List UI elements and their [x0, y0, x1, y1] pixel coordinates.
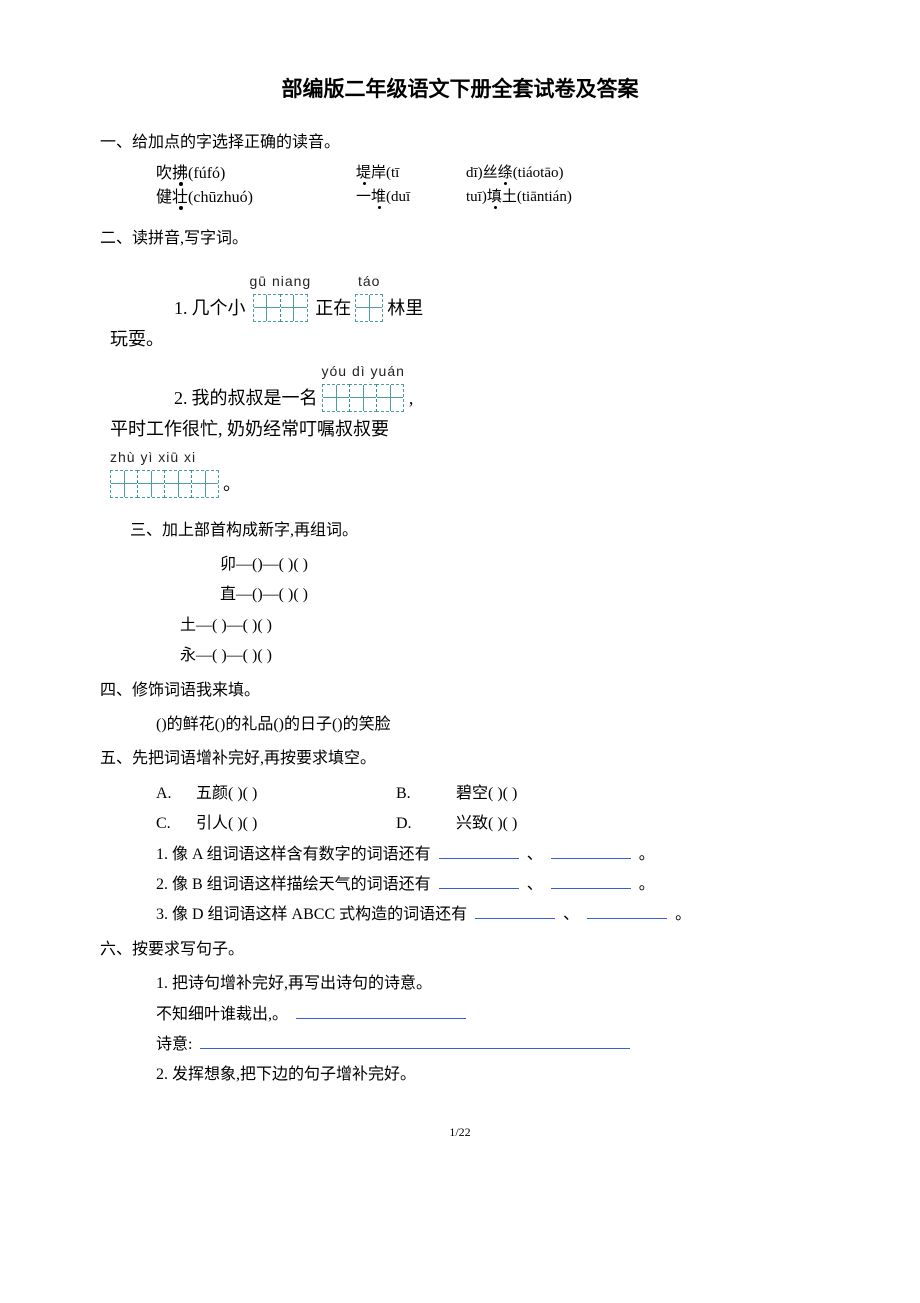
q5-D-label: D.	[396, 809, 456, 839]
blank[interactable]	[587, 902, 667, 919]
q2-1-py1: gū niang	[250, 271, 312, 292]
q5-line1: 1. 像 A 组词语这样含有数字的词语还有 、 。	[100, 840, 820, 870]
q1-r1c2a: 堤岸(tī	[356, 162, 466, 186]
q6-heading: 六、按要求写句子。	[100, 935, 820, 965]
q6-s2: 2. 发挥想象,把下边的句子增补完好。	[100, 1060, 820, 1090]
q2-2c-box[interactable]: zhù yì xiū xi	[110, 447, 219, 498]
blank-long[interactable]	[200, 1032, 630, 1049]
q6-s1a-row: 不知细叶谁裁出,。	[100, 1000, 820, 1030]
q5-A-label: A.	[156, 779, 196, 809]
period: 。	[639, 846, 655, 863]
q1-r1c1: 吹拂(fúfó)	[156, 162, 356, 186]
q5-A-text: 五颜( )( )	[196, 779, 396, 809]
exam-page: 部编版二年级语文下册全套试卷及答案 一、给加点的字选择正确的读音。 吹拂(fúf…	[0, 0, 920, 1184]
blank[interactable]	[551, 842, 631, 859]
q2-1-num: 1.	[172, 295, 190, 322]
page-title: 部编版二年级语文下册全套试卷及答案	[100, 70, 820, 110]
period: 。	[639, 876, 655, 893]
q5-B-label: B.	[396, 779, 456, 809]
q6-s1: 1. 把诗句增补完好,再写出诗句的诗意。	[100, 969, 820, 999]
q2-2-pre: 我的叔叔是一名	[190, 385, 320, 412]
q5-heading: 五、先把词语增补完好,再按要求填空。	[100, 744, 820, 774]
q2-2-tail: ,	[407, 385, 416, 412]
q1-body: 吹拂(fúfó) 堤岸(tī dī)丝绦(tiáotāo) 健壮(chūzhuó…	[100, 162, 820, 210]
q5-line2: 2. 像 B 组词语这样描绘天气的词语还有 、 。	[100, 870, 820, 900]
blank[interactable]	[551, 872, 631, 889]
q2-2-box1[interactable]: yóu dì yuán	[322, 361, 405, 412]
sep: 、	[527, 876, 543, 893]
q1-r1c3a: dī)丝绦(tiáotāo)	[466, 162, 666, 186]
q3-r2: 直—()—( )( )	[220, 580, 308, 610]
q2-heading: 二、读拼音,写字词。	[100, 224, 820, 254]
q2-boxblock: 1. 几个小 gū niang 正在 táo 林里 玩耍。 2. 我的叔叔是一名…	[100, 259, 466, 506]
q2-2c-py: zhù yì xiū xi	[110, 447, 196, 468]
blank[interactable]	[296, 1002, 466, 1019]
q6-s1b-row: 诗意:	[100, 1030, 820, 1060]
period: 。	[675, 906, 691, 923]
q2-2c-tail: 。	[221, 471, 243, 498]
q2-1b: 玩耍。	[108, 326, 166, 353]
blank[interactable]	[475, 902, 555, 919]
q2-1-py2: táo	[358, 271, 380, 292]
q2-1-box1[interactable]: gū niang	[250, 271, 312, 322]
q4-heading: 四、修饰词语我来填。	[100, 676, 820, 706]
q2-1-pre: 几个小	[190, 295, 248, 322]
q3-heading: 三、加上部首构成新字,再组词。	[100, 516, 820, 546]
q2-2b: 平时工作很忙, 奶奶经常叮嘱叔叔要	[108, 416, 391, 443]
q3-r3: 土—( )—( )( )	[180, 611, 820, 641]
sep: 、	[563, 906, 579, 923]
q5-line3: 3. 像 D 组词语这样 ABCC 式构造的词语还有 、 。	[100, 900, 820, 930]
q2-1-box2[interactable]: táo	[355, 271, 383, 322]
q5-C-text: 引人( )( )	[196, 809, 396, 839]
blank[interactable]	[439, 872, 519, 889]
q5-line3a: 3. 像 D 组词语这样 ABCC 式构造的词语还有	[156, 906, 467, 923]
q5-D-text: 兴致( )( )	[456, 809, 517, 839]
q2-1-post: 林里	[385, 295, 425, 322]
q5-line2a: 2. 像 B 组词语这样描绘天气的词语还有	[156, 876, 431, 893]
blank[interactable]	[439, 842, 519, 859]
q3-r4: 永—( )—( )( )	[180, 641, 820, 671]
page-footer: 1/22	[100, 1121, 820, 1144]
q1-heading: 一、给加点的字选择正确的读音。	[100, 128, 820, 158]
sep: 、	[527, 846, 543, 863]
q6-s1b: 诗意:	[156, 1036, 192, 1053]
q5-B-text: 碧空( )( )	[456, 779, 517, 809]
q5-line1a: 1. 像 A 组词语这样含有数字的词语还有	[156, 846, 431, 863]
q3-r1: 卯—()—( )( )	[220, 550, 308, 580]
q2-1-mid: 正在	[313, 295, 353, 322]
q5-C-label: C.	[156, 809, 196, 839]
q2-2-py: yóu dì yuán	[322, 361, 405, 382]
q1-r2c1: 健壮(chūzhuó)	[156, 186, 356, 210]
q4-line: ()的鲜花()的礼品()的日子()的笑脸	[100, 710, 820, 740]
q6-s1a: 不知细叶谁裁出,。	[156, 1006, 288, 1023]
q1-r1c3b: tuī)填土(tiāntián)	[466, 186, 666, 210]
q1-r1c2b: 一堆(duī	[356, 186, 466, 210]
q2-2-num: 2.	[172, 385, 190, 412]
